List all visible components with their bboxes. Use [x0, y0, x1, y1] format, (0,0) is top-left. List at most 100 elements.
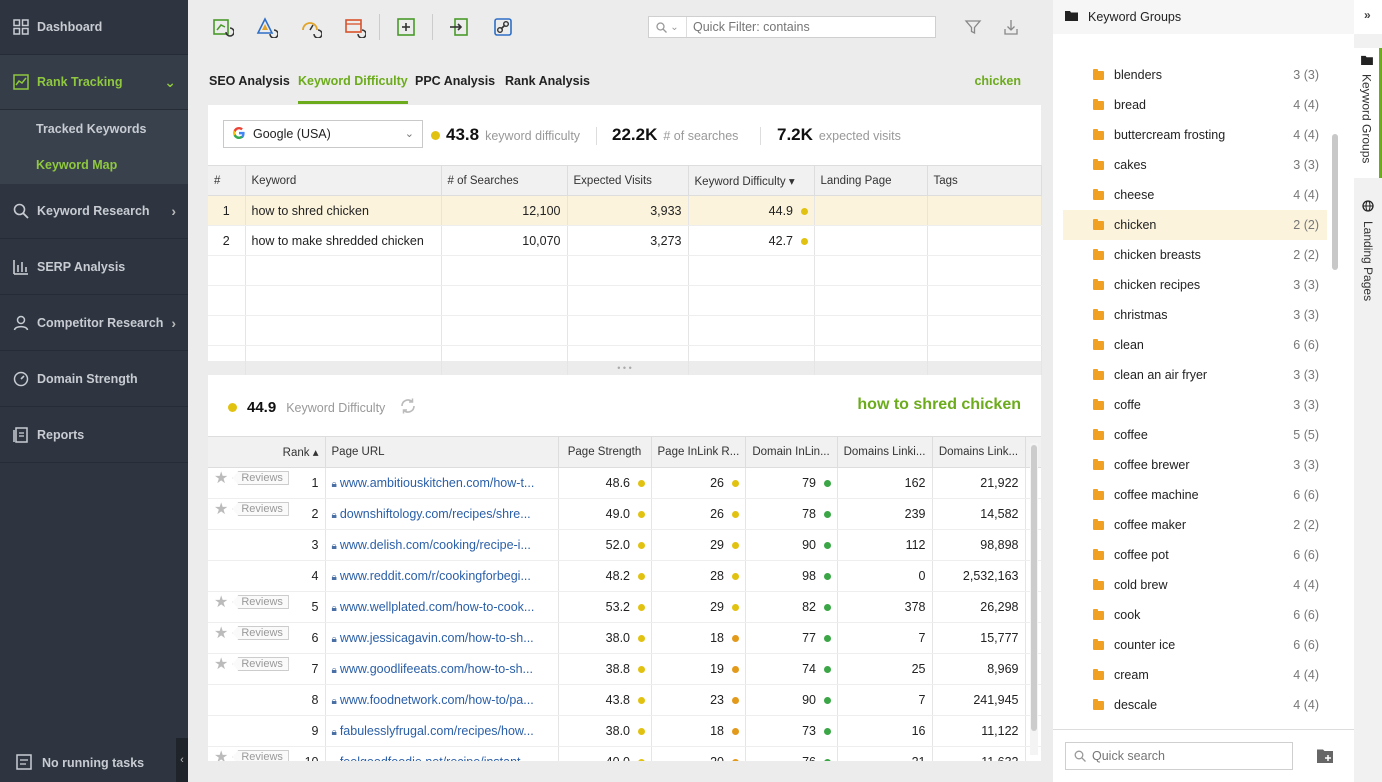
- row-page-url[interactable]: 🔒︎ www.ambitiouskitchen.com/how-t...: [325, 467, 559, 499]
- page-url-link[interactable]: www.delish.com/cooking/recipe-i...: [340, 538, 531, 552]
- table-row[interactable]: 4 🔒︎ www.reddit.com/r/cookingforbegi... 48.…: [208, 560, 1041, 592]
- subnav-tracked-keywords[interactable]: Tracked Keywords: [36, 122, 146, 136]
- table-row[interactable]: 9 🔒︎ fabulesslyfrugal.com/recipes/how... 38…: [208, 715, 1041, 747]
- col-domain-inlink-rank[interactable]: Domain InLin...: [745, 436, 838, 468]
- col-page-inlink-rank[interactable]: Page InLink R...: [651, 436, 746, 468]
- list-item[interactable]: coffee maker 2 (2): [1063, 510, 1327, 540]
- page-url-link[interactable]: downshiftology.com/recipes/shre...: [340, 507, 531, 521]
- list-item[interactable]: clean 6 (6): [1063, 330, 1327, 360]
- table-row[interactable]: 3 🔒︎ www.delish.com/cooking/recipe-i... 52.…: [208, 529, 1041, 561]
- star-icon[interactable]: ★: [214, 470, 228, 487]
- row-page-url[interactable]: 🔒︎ www.delish.com/cooking/recipe-i...: [325, 529, 559, 561]
- list-item[interactable]: cook 6 (6): [1063, 600, 1327, 630]
- nav-domain-strength[interactable]: Domain Strength: [0, 352, 188, 407]
- list-item[interactable]: counter ice 6 (6): [1063, 630, 1327, 660]
- list-item[interactable]: coffee machine 6 (6): [1063, 480, 1327, 510]
- page-url-link[interactable]: feelgoodfoodie.net/recipe/instant-...: [340, 755, 535, 761]
- list-item[interactable]: coffee pot 6 (6): [1063, 540, 1327, 570]
- col-number[interactable]: #: [208, 165, 246, 196]
- col-tags[interactable]: Tags: [927, 165, 1042, 196]
- star-icon[interactable]: ★: [214, 749, 228, 761]
- list-item[interactable]: blenders 3 (3): [1063, 60, 1327, 90]
- list-item[interactable]: cream 4 (4): [1063, 660, 1327, 690]
- star-icon[interactable]: ★: [214, 625, 228, 642]
- panel-splitter[interactable]: • • •: [208, 361, 1041, 375]
- filter-button[interactable]: [960, 14, 986, 40]
- list-item[interactable]: chicken breasts 2 (2): [1063, 240, 1327, 270]
- list-item[interactable]: chicken 2 (2): [1063, 210, 1327, 240]
- row-page-url[interactable]: 🔒︎ www.goodlifeeats.com/how-to-sh...: [325, 653, 559, 685]
- search-engine-select[interactable]: Google (USA) ⌄: [223, 120, 423, 148]
- row-page-url[interactable]: 🔒︎ www.foodnetwork.com/how-to/pa...: [325, 684, 559, 716]
- list-item[interactable]: clean an air fryer 3 (3): [1063, 360, 1327, 390]
- tab-seo-analysis[interactable]: SEO Analysis: [209, 74, 290, 104]
- list-item[interactable]: christmas 3 (3): [1063, 300, 1327, 330]
- row-page-url[interactable]: 🔒︎ downshiftology.com/recipes/shre...: [325, 498, 559, 530]
- list-item[interactable]: coffe 3 (3): [1063, 390, 1327, 420]
- move-to-group-button[interactable]: [446, 14, 472, 40]
- refresh-icon[interactable]: [399, 397, 417, 418]
- export-button[interactable]: [998, 14, 1024, 40]
- row-tags[interactable]: [927, 195, 1042, 226]
- groups-search-input[interactable]: [1092, 749, 1282, 763]
- row-landing-page[interactable]: [814, 195, 928, 226]
- table-row[interactable]: ★ Reviews 5 🔒︎ www.wellplated.com/how-to-coo…: [208, 591, 1041, 623]
- row-page-url[interactable]: 🔒︎ www.jessicagavin.com/how-to-sh...: [325, 622, 559, 654]
- col-domains-linking-domain[interactable]: Domains Link...: [932, 436, 1026, 468]
- row-page-url[interactable]: 🔒︎feelgoodfoodie.net/recipe/instant-...: [325, 746, 559, 761]
- add-group-button[interactable]: [1317, 748, 1335, 764]
- nav-serp-analysis[interactable]: SERP Analysis: [0, 240, 188, 295]
- row-page-url[interactable]: 🔒︎ www.reddit.com/r/cookingforbegi...: [325, 560, 559, 592]
- vtab-landing-pages[interactable]: Landing Pages: [1354, 194, 1382, 314]
- nav-dashboard[interactable]: Dashboard: [0, 0, 188, 55]
- page-url-link[interactable]: www.reddit.com/r/cookingforbegi...: [340, 569, 531, 583]
- col-landing-page[interactable]: Landing Page: [814, 165, 928, 196]
- col-rank[interactable]: Rank ▴: [208, 436, 326, 468]
- star-icon[interactable]: ★: [214, 656, 228, 673]
- tab-rank-analysis[interactable]: Rank Analysis: [505, 74, 590, 104]
- col-page-strength[interactable]: Page Strength: [558, 436, 652, 468]
- collapse-sidebar-button[interactable]: ‹: [176, 738, 188, 782]
- table-row[interactable]: ★ Reviews 6 🔒︎ www.jessicagavin.com/how-to-s…: [208, 622, 1041, 654]
- groups-scrollbar[interactable]: [1331, 60, 1339, 728]
- quick-filter-input[interactable]: [687, 20, 927, 34]
- tab-ppc-analysis[interactable]: PPC Analysis: [415, 74, 495, 104]
- nav-reports[interactable]: Reports: [0, 408, 188, 463]
- row-tags[interactable]: [927, 225, 1042, 256]
- row-landing-page[interactable]: [814, 225, 928, 256]
- tab-keyword-difficulty[interactable]: Keyword Difficulty: [298, 74, 408, 104]
- list-item[interactable]: chicken recipes 3 (3): [1063, 270, 1327, 300]
- table-row[interactable]: 2 how to make shredded chicken 10,070 3,…: [208, 225, 1042, 256]
- row-page-url[interactable]: 🔒︎ www.wellplated.com/how-to-cook...: [325, 591, 559, 623]
- vtab-keyword-groups[interactable]: Keyword Groups: [1354, 48, 1382, 178]
- page-url-link[interactable]: www.foodnetwork.com/how-to/pa...: [340, 693, 534, 707]
- col-keyword-difficulty[interactable]: Keyword Difficulty ▾: [688, 165, 815, 196]
- list-item[interactable]: cakes 3 (3): [1063, 150, 1327, 180]
- table-row[interactable]: 8 🔒︎ www.foodnetwork.com/how-to/pa... 43.8 …: [208, 684, 1041, 716]
- list-item[interactable]: buttercream frosting 4 (4): [1063, 120, 1327, 150]
- star-icon[interactable]: ★: [214, 594, 228, 611]
- list-item[interactable]: bread 4 (4): [1063, 90, 1327, 120]
- update-kd-button[interactable]: [298, 14, 324, 40]
- nav-keyword-research[interactable]: Keyword Research ›: [0, 184, 188, 239]
- list-item[interactable]: coffee 5 (5): [1063, 420, 1327, 450]
- update-rankings-button[interactable]: [210, 14, 236, 40]
- page-url-link[interactable]: www.jessicagavin.com/how-to-sh...: [340, 631, 534, 645]
- list-item[interactable]: coffee brewer 3 (3): [1063, 450, 1327, 480]
- col-page-url[interactable]: Page URL: [325, 436, 559, 468]
- add-keyword-button[interactable]: [393, 14, 419, 40]
- table-row[interactable]: ★ Reviews 10 🔒︎feelgoodfoodie.net/recipe/in…: [208, 746, 1041, 761]
- table-row[interactable]: ★ Reviews 7 🔒︎ www.goodlifeeats.com/how-to-s…: [208, 653, 1041, 685]
- update-ppc-button[interactable]: [342, 14, 368, 40]
- table-row[interactable]: ★ Reviews 2 🔒︎ downshiftology.com/recipes/sh…: [208, 498, 1041, 530]
- nav-rank-tracking[interactable]: Rank Tracking ⌄: [0, 55, 188, 110]
- list-item[interactable]: descale 4 (4): [1063, 690, 1327, 720]
- serp-scrollbar[interactable]: [1030, 443, 1038, 755]
- page-url-link[interactable]: www.ambitiouskitchen.com/how-t...: [340, 476, 535, 490]
- page-url-link[interactable]: www.wellplated.com/how-to-cook...: [340, 600, 535, 614]
- row-page-url[interactable]: 🔒︎ fabulesslyfrugal.com/recipes/how...: [325, 715, 559, 747]
- nav-competitor-research[interactable]: Competitor Research ›: [0, 296, 188, 351]
- assign-landing-page-button[interactable]: [490, 14, 516, 40]
- subnav-keyword-map[interactable]: Keyword Map: [36, 158, 117, 172]
- list-item[interactable]: cold brew 4 (4): [1063, 570, 1327, 600]
